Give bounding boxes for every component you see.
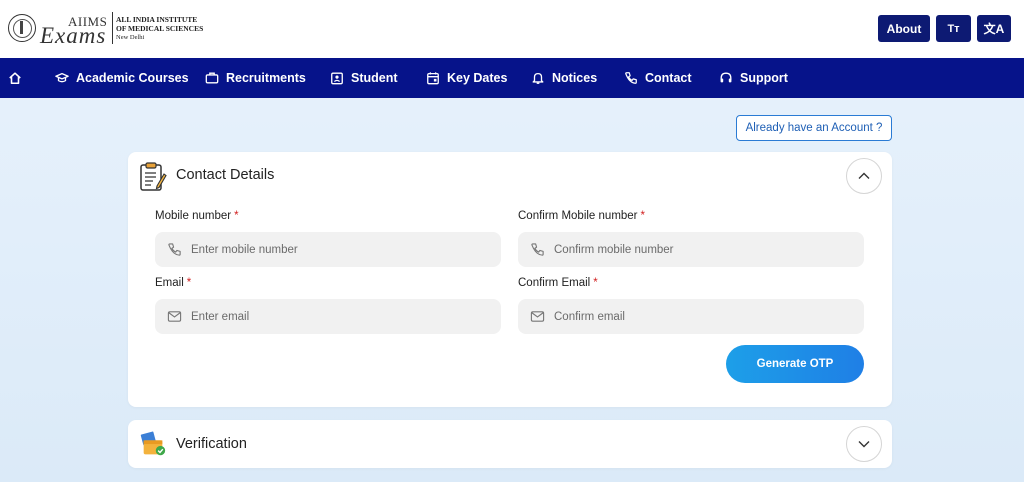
confirm-email-label-text: Confirm Email <box>518 277 591 289</box>
already-have-account-link[interactable]: Already have an Account ? <box>736 115 892 141</box>
nav-home[interactable] <box>8 58 22 98</box>
confirm-mobile-label: Confirm Mobile number * <box>518 210 645 222</box>
nav-notices-label: Notices <box>552 71 598 85</box>
bell-icon <box>531 71 545 85</box>
required-mark: * <box>234 210 239 222</box>
confirm-email-field[interactable] <box>518 299 864 334</box>
text-size-button[interactable]: Tт <box>936 15 971 42</box>
aiims-exams-logo[interactable]: AIIMS Exams ALL INDIA INSTITUTE OF MEDIC… <box>8 11 203 48</box>
top-header: AIIMS Exams ALL INDIA INSTITUTE OF MEDIC… <box>0 0 1024 58</box>
mobile-number-field[interactable] <box>155 232 501 267</box>
brand-wordmark: AIIMS Exams <box>40 11 110 48</box>
home-icon <box>8 71 22 85</box>
calendar-icon <box>426 71 440 85</box>
phone-icon <box>167 242 182 257</box>
institute-line-2: OF MEDICAL SCIENCES <box>116 23 204 33</box>
verification-expand-button[interactable] <box>846 426 882 462</box>
mobile-number-input[interactable] <box>191 243 491 256</box>
confirm-mobile-label-text: Confirm Mobile number <box>518 210 638 222</box>
phone-icon <box>624 71 638 85</box>
generate-otp-button[interactable]: Generate OTP <box>726 345 864 383</box>
nav-contact[interactable]: Contact <box>624 58 692 98</box>
institute-line-1: ALL INDIA INSTITUTE <box>116 14 198 24</box>
nav-key-dates-label: Key Dates <box>447 71 508 85</box>
aiims-seal-icon <box>8 14 36 42</box>
contact-collapse-button[interactable] <box>846 158 882 194</box>
institute-city: New Delhi <box>116 33 145 41</box>
confirm-email-input[interactable] <box>554 310 854 323</box>
main-navigation: Academic Courses Recruitments Student Ke… <box>0 58 1024 98</box>
email-label: Email * <box>155 277 191 289</box>
clipboard-icon <box>139 162 167 192</box>
nav-student-label: Student <box>351 71 398 85</box>
nav-student[interactable]: Student <box>330 58 398 98</box>
required-mark: * <box>640 210 645 222</box>
about-button[interactable]: About <box>878 15 930 42</box>
contact-details-card: Contact Details Mobile number* Confirm M… <box>128 152 892 407</box>
id-card-icon <box>330 71 344 85</box>
confirm-mobile-input[interactable] <box>554 243 854 256</box>
email-input[interactable] <box>191 310 491 323</box>
brand-exams-text: Exams <box>40 23 107 48</box>
confirm-email-label: Confirm Email * <box>518 277 598 289</box>
phone-icon <box>530 242 545 257</box>
headset-icon <box>719 71 733 85</box>
institute-name: ALL INDIA INSTITUTE OF MEDICAL SCIENCES … <box>116 15 203 42</box>
nav-notices[interactable]: Notices <box>531 58 597 98</box>
briefcase-icon <box>205 71 219 85</box>
confirm-mobile-field[interactable] <box>518 232 864 267</box>
nav-key-dates[interactable]: Key Dates <box>426 58 507 98</box>
nav-recruitments-label: Recruitments <box>226 71 306 85</box>
mobile-number-label: Mobile number * <box>155 210 239 222</box>
logo-divider <box>112 12 113 44</box>
mail-icon <box>167 309 182 324</box>
nav-academic-courses[interactable]: Academic Courses <box>55 58 189 98</box>
chevron-up-icon <box>857 169 871 183</box>
graduation-cap-icon <box>55 71 69 85</box>
language-button[interactable]: 文A <box>977 15 1011 42</box>
required-mark: * <box>593 277 598 289</box>
chevron-down-icon <box>857 437 871 451</box>
nav-recruitments[interactable]: Recruitments <box>205 58 306 98</box>
nav-academic-courses-label: Academic Courses <box>76 71 189 85</box>
contact-details-title: Contact Details <box>176 167 275 183</box>
email-label-text: Email <box>155 277 184 289</box>
verification-folder-icon <box>139 431 167 461</box>
nav-contact-label: Contact <box>645 71 692 85</box>
nav-support[interactable]: Support <box>719 58 788 98</box>
nav-support-label: Support <box>740 71 788 85</box>
email-field[interactable] <box>155 299 501 334</box>
required-mark: * <box>186 277 192 289</box>
mail-icon <box>530 309 545 324</box>
verification-title: Verification <box>176 436 247 452</box>
mobile-number-label-text: Mobile number <box>155 210 232 222</box>
verification-card: Verification <box>128 420 892 468</box>
